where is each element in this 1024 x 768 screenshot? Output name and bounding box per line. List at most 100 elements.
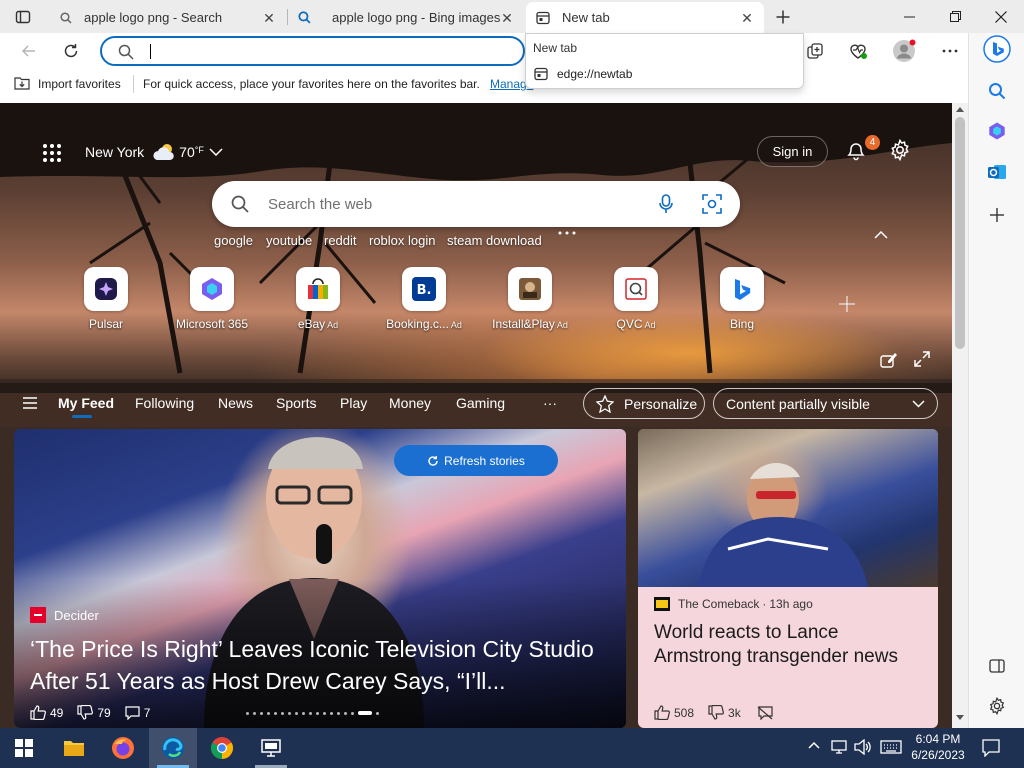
new-tab-page-icon [534,67,548,81]
collections-icon[interactable] [800,36,830,66]
tab-search[interactable]: apple logo png - Search ✕ [50,2,286,33]
chevron-down-icon [209,148,223,156]
carousel-dots[interactable] [246,711,379,715]
thumbs-down-icon[interactable] [77,705,94,720]
edge-taskbar-icon[interactable] [149,728,197,768]
tile-bing[interactable]: Bing [692,267,792,331]
tab-money[interactable]: Money [389,395,431,411]
quick-link[interactable]: roblox login [369,233,436,248]
close-tab-icon[interactable]: ✕ [262,11,276,25]
expand-icon[interactable] [914,351,930,367]
import-favorites-button[interactable]: Import favorites [38,77,121,91]
file-explorer-icon[interactable] [50,728,98,768]
close-tab-icon[interactable]: ✕ [500,11,514,25]
scroll-up-icon[interactable] [956,107,964,112]
bing-chat-icon[interactable] [983,35,1011,63]
show-hidden-icons[interactable] [808,741,820,749]
tile-booking[interactable]: B. Booking.c... Ad [374,267,474,331]
more-links-icon[interactable] [558,231,576,235]
thumbs-up-icon[interactable] [654,705,670,720]
close-window-button[interactable] [978,0,1024,33]
firefox-icon[interactable] [99,728,147,768]
chrome-icon[interactable] [198,728,246,768]
add-shortcut-icon[interactable] [838,295,856,313]
sign-in-button[interactable]: Sign in [757,136,828,167]
main-story-card[interactable]: Refresh stories Decider ‘The Price Is Ri… [14,429,626,728]
tile-ebay[interactable]: eBay Ad [268,267,368,331]
network-icon[interactable] [830,739,848,755]
story-source[interactable]: Decider [30,607,99,623]
clock-date: 6/26/2023 [911,748,965,762]
tab-my-feed[interactable]: My Feed [58,395,114,411]
remote-desktop-icon[interactable] [247,728,295,768]
system-clock[interactable]: 6:04 PM 6/26/2023 [906,731,970,763]
close-tab-icon[interactable]: ✕ [740,11,754,25]
tile-microsoft-365[interactable]: Microsoft 365 [162,267,262,331]
personalize-button[interactable]: Personalize [583,388,705,419]
tab-strip: apple logo png - Search ✕ apple logo png… [0,0,1024,33]
microphone-icon[interactable] [659,194,673,214]
notification-center-icon[interactable] [982,739,1000,757]
refresh-button[interactable] [56,36,86,66]
sidebar-settings-icon[interactable] [983,692,1011,720]
tab-bing-images[interactable]: apple logo png - Bing images ✕ [288,2,524,33]
tab-following[interactable]: Following [135,395,194,411]
more-tabs-button[interactable]: ··· [543,395,557,411]
quick-link[interactable]: steam download [447,233,542,248]
refresh-stories-button[interactable]: Refresh stories [394,445,558,476]
sidebar-search-icon[interactable] [983,77,1011,105]
side-story-headline[interactable]: World reacts to Lance Armstrong transgen… [654,621,929,669]
thumbs-down-icon[interactable] [708,705,724,720]
gear-icon[interactable] [889,139,911,161]
quick-link[interactable]: reddit [324,233,357,248]
tile-pulsar[interactable]: Pulsar [56,267,156,331]
page-scrollbar[interactable] [952,103,968,728]
comment-icon[interactable] [125,705,140,720]
outlook-icon[interactable] [983,158,1011,186]
notifications-button[interactable]: 4 [845,135,880,161]
restore-button[interactable] [932,0,978,33]
tile-install-play[interactable]: Install&Play Ad [480,267,580,331]
tab-new-tab[interactable]: New tab ✕ [526,2,764,33]
story-source[interactable]: The Comeback · 13h ago [654,597,813,611]
story-photo [638,429,938,587]
quick-link[interactable]: google [214,233,253,248]
web-search-box[interactable]: Search the web [212,181,740,227]
address-bar[interactable] [100,36,525,66]
edit-background-icon[interactable] [880,351,898,369]
profile-avatar[interactable] [889,36,919,66]
tile-qvc[interactable]: QVC Ad [586,267,686,331]
keyboard-icon[interactable] [880,739,902,755]
quick-link[interactable]: youtube [266,233,312,248]
minimize-button[interactable] [886,0,932,33]
collapse-chevron-icon[interactable] [874,231,888,239]
tab-gaming[interactable]: Gaming [456,395,505,411]
content-visibility-dropdown[interactable]: Content partially visible [713,388,938,419]
hide-sidebar-icon[interactable] [983,652,1011,680]
visual-search-icon[interactable] [702,194,722,214]
tab-sports[interactable]: Sports [276,395,316,411]
side-story-card[interactable]: The Comeback · 13h ago World reacts to L… [638,429,938,728]
scroll-down-icon[interactable] [956,715,964,720]
thumbs-up-icon[interactable] [30,705,46,720]
scrollbar-thumb[interactable] [955,117,965,349]
tab-play[interactable]: Play [340,395,367,411]
volume-icon[interactable] [854,739,872,755]
main-story-headline[interactable]: ‘The Price Is Right’ Leaves Iconic Telev… [30,633,610,697]
new-tab-button[interactable] [768,2,798,32]
weather-widget[interactable]: New York 70 °F [85,142,223,162]
tab-actions-icon[interactable] [8,2,38,32]
add-sidebar-app-icon[interactable] [983,201,1011,229]
tab-news[interactable]: News [218,395,253,411]
more-menu-icon[interactable] [935,36,965,66]
dropdown-suggestion[interactable]: edge://newtab [526,62,803,86]
comments-off-icon[interactable] [757,705,773,720]
search-icon [298,11,324,24]
apps-launcher-icon[interactable] [42,143,62,163]
sidebar-microsoft-365-icon[interactable] [983,117,1011,145]
start-button[interactable] [0,728,48,768]
web-search-input[interactable]: Search the web [268,196,372,213]
back-button[interactable] [14,36,44,66]
browser-essentials-icon[interactable] [843,36,873,66]
hamburger-menu-icon[interactable] [22,397,38,409]
